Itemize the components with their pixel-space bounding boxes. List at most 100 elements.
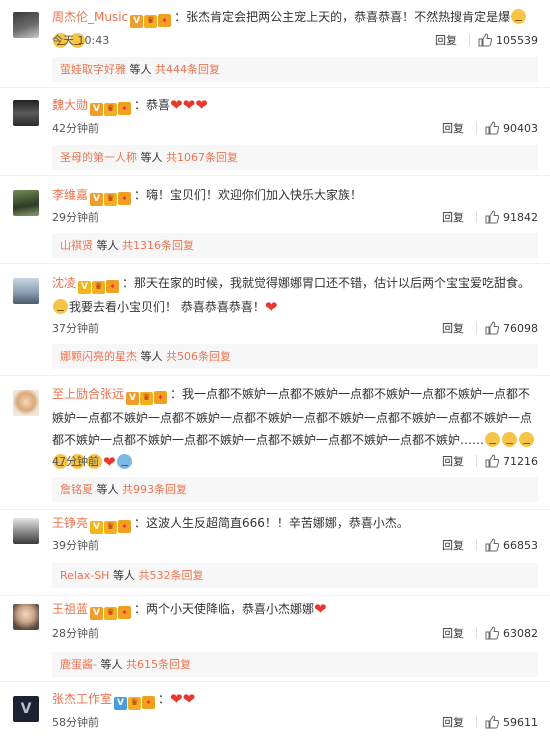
member-crown-icon: ♛ (140, 392, 154, 405)
thumbs-up-icon (485, 121, 499, 135)
like-button[interactable]: 63082 (485, 626, 538, 640)
reply-count[interactable]: 共1316条回复 (122, 239, 194, 252)
comment-username[interactable]: 张杰工作室 (52, 692, 112, 706)
like-count: 63082 (503, 626, 538, 640)
comment-username[interactable]: 魏大勋 (52, 98, 88, 112)
reply-count[interactable]: 共615条回复 (126, 658, 191, 671)
thumbs-up-icon (485, 715, 499, 729)
reply-button[interactable]: 回复 (434, 625, 472, 641)
member-crown-icon: ♛ (104, 103, 118, 116)
comment-item: 沈凌 V ♛ ✦ ：那天在家的时候，我就觉得娜娜胃口还不错，估计以后两个宝宝爱吃甜食。我… (0, 264, 550, 376)
emoji-icon (511, 9, 527, 24)
avatar[interactable] (13, 390, 39, 416)
reply-user[interactable]: 萤娃取字好雅 (60, 63, 126, 76)
replies-summary[interactable]: 鹿蛋酱- 等人 共615条回复 (52, 652, 538, 677)
reply-others-text: 等人 (137, 350, 166, 363)
user-badges: V ♛ ✦ (90, 96, 132, 118)
comment-item: 王祖蓝 V ♛ ✦ ：两个小天使降临，恭喜小杰娜娜❤ 28分钟前 回复 63082 鹿蛋… (0, 596, 550, 682)
reply-others-text: 等人 (109, 569, 139, 582)
reply-user[interactable]: 鹿蛋酱- (60, 658, 97, 671)
reply-user[interactable]: 娜颗闪亮的星杰 (60, 350, 137, 363)
comment-username[interactable]: 周杰伦_Music (52, 10, 128, 24)
reply-count[interactable]: 共444条回复 (155, 63, 220, 76)
like-button[interactable]: 76098 (485, 321, 538, 335)
comment-username[interactable]: 王铮亮 (52, 516, 88, 530)
comment-time: 37分钟前 (52, 322, 99, 335)
reply-others-text: 等人 (93, 483, 122, 496)
verified-v-icon: V (90, 103, 104, 116)
comment-text-line: 李维嘉 V ♛ ✦ ：嗨！宝贝们！欢迎你们加入快乐大家族！ (52, 184, 538, 208)
comment-text: ：嗨！宝贝们！欢迎你们加入快乐大家族！ (134, 188, 363, 202)
heart-icon: ❤ (195, 96, 208, 114)
thumbs-up-icon (485, 210, 499, 224)
user-badges: V ♛ ✦ (130, 8, 172, 30)
heart-icon: ❤ (170, 690, 183, 708)
reply-count[interactable]: 共1067条回复 (166, 151, 238, 164)
comment-text: ：张杰肯定会把两公主宠上天的，恭喜恭喜！不然热搜肯定是爆 (174, 10, 511, 24)
member-crown-icon: ♛ (128, 697, 142, 710)
reply-button[interactable]: 回复 (434, 320, 472, 336)
avatar[interactable] (13, 518, 39, 544)
thumbs-up-icon (485, 454, 499, 468)
reply-button[interactable]: 回复 (434, 714, 472, 730)
avatar[interactable] (13, 12, 39, 38)
gift-icon: ✦ (158, 14, 172, 27)
comment-text-line: 沈凌 V ♛ ✦ ：那天在家的时候，我就觉得娜娜胃口还不错，估计以后两个宝宝爱吃甜食。我… (52, 272, 538, 318)
reply-count[interactable]: 共993条回复 (122, 483, 187, 496)
verified-v-icon: V (90, 193, 104, 206)
replies-summary[interactable]: 山祺贤 等人 共1316条回复 (52, 233, 538, 258)
comment-username[interactable]: 至上励合张远 (52, 387, 124, 401)
comment-item: 王铮亮 V ♛ ✦ ：这波人生反超简直666！！辛苦娜娜，恭喜小杰。 39分钟前 回复 … (0, 510, 550, 596)
reply-button[interactable]: 回复 (434, 537, 472, 553)
emoji-icon (53, 299, 68, 314)
reply-count[interactable]: 共532条回复 (138, 569, 203, 582)
thumbs-up-icon (478, 33, 492, 47)
comment-username[interactable]: 王祖蓝 (52, 602, 88, 616)
reply-button[interactable]: 回复 (434, 120, 472, 136)
comment-time: 47分钟前 (52, 455, 99, 468)
comment-time: 29分钟前 (52, 211, 99, 224)
like-count: 76098 (503, 321, 538, 335)
replies-summary[interactable]: 圣母的第一人称 等人 共1067条回复 (52, 145, 538, 170)
member-crown-icon: ♛ (104, 607, 118, 620)
reply-button[interactable]: 回复 (434, 453, 472, 469)
gift-icon: ✦ (154, 391, 168, 404)
comment-text: ：两个小天使降临，恭喜小杰娜娜 (134, 602, 315, 616)
avatar[interactable] (13, 100, 39, 126)
comment-time: 28分钟前 (52, 627, 99, 640)
reply-user[interactable]: 詹铭夏 (60, 483, 93, 496)
reply-others-text: 等人 (137, 151, 166, 164)
user-badges: V ♛ ✦ (90, 514, 132, 536)
reply-user[interactable]: 圣母的第一人称 (60, 151, 137, 164)
comment-item: 魏大勋 V ♛ ✦ ：恭喜❤❤❤ 42分钟前 回复 90403 圣母的第一人称 等人 共… (0, 88, 550, 176)
avatar[interactable]: V (13, 696, 39, 722)
replies-summary[interactable]: Relax-SH 等人 共532条回复 (52, 563, 538, 588)
emoji-icon (502, 432, 518, 447)
replies-summary[interactable]: 萤娃取字好雅 等人 共444条回复 (52, 57, 538, 82)
comment-username[interactable]: 李维嘉 (52, 188, 88, 202)
reply-button[interactable]: 回复 (427, 32, 465, 48)
comment-text: ：恭喜 (134, 98, 171, 112)
comment-text-line: 王祖蓝 V ♛ ✦ ：两个小天使降临，恭喜小杰娜娜❤ (52, 598, 538, 622)
like-count: 105539 (496, 33, 538, 47)
reply-user[interactable]: Relax-SH (60, 569, 109, 582)
like-button[interactable]: 66853 (485, 538, 538, 552)
like-button[interactable]: 90403 (485, 121, 538, 135)
avatar[interactable] (13, 278, 39, 304)
reply-count[interactable]: 共506条回复 (166, 350, 231, 363)
divider (476, 716, 477, 728)
replies-summary[interactable]: 詹铭夏 等人 共993条回复 (52, 477, 538, 502)
replies-summary[interactable]: 娜颗闪亮的星杰 等人 共506条回复 (52, 344, 538, 369)
comment-username[interactable]: 沈凌 (52, 276, 76, 290)
user-badges: V ♛ ✦ (78, 274, 120, 296)
reply-button[interactable]: 回复 (434, 209, 472, 225)
like-button[interactable]: 105539 (478, 33, 538, 47)
like-button[interactable]: 59611 (485, 715, 538, 729)
avatar[interactable] (13, 190, 39, 216)
comment-time: 今天 10:43 (52, 34, 110, 47)
reply-user[interactable]: 山祺贤 (60, 239, 93, 252)
avatar[interactable] (13, 604, 39, 630)
divider (476, 539, 477, 551)
like-button[interactable]: 71216 (485, 454, 538, 468)
like-button[interactable]: 91842 (485, 210, 538, 224)
